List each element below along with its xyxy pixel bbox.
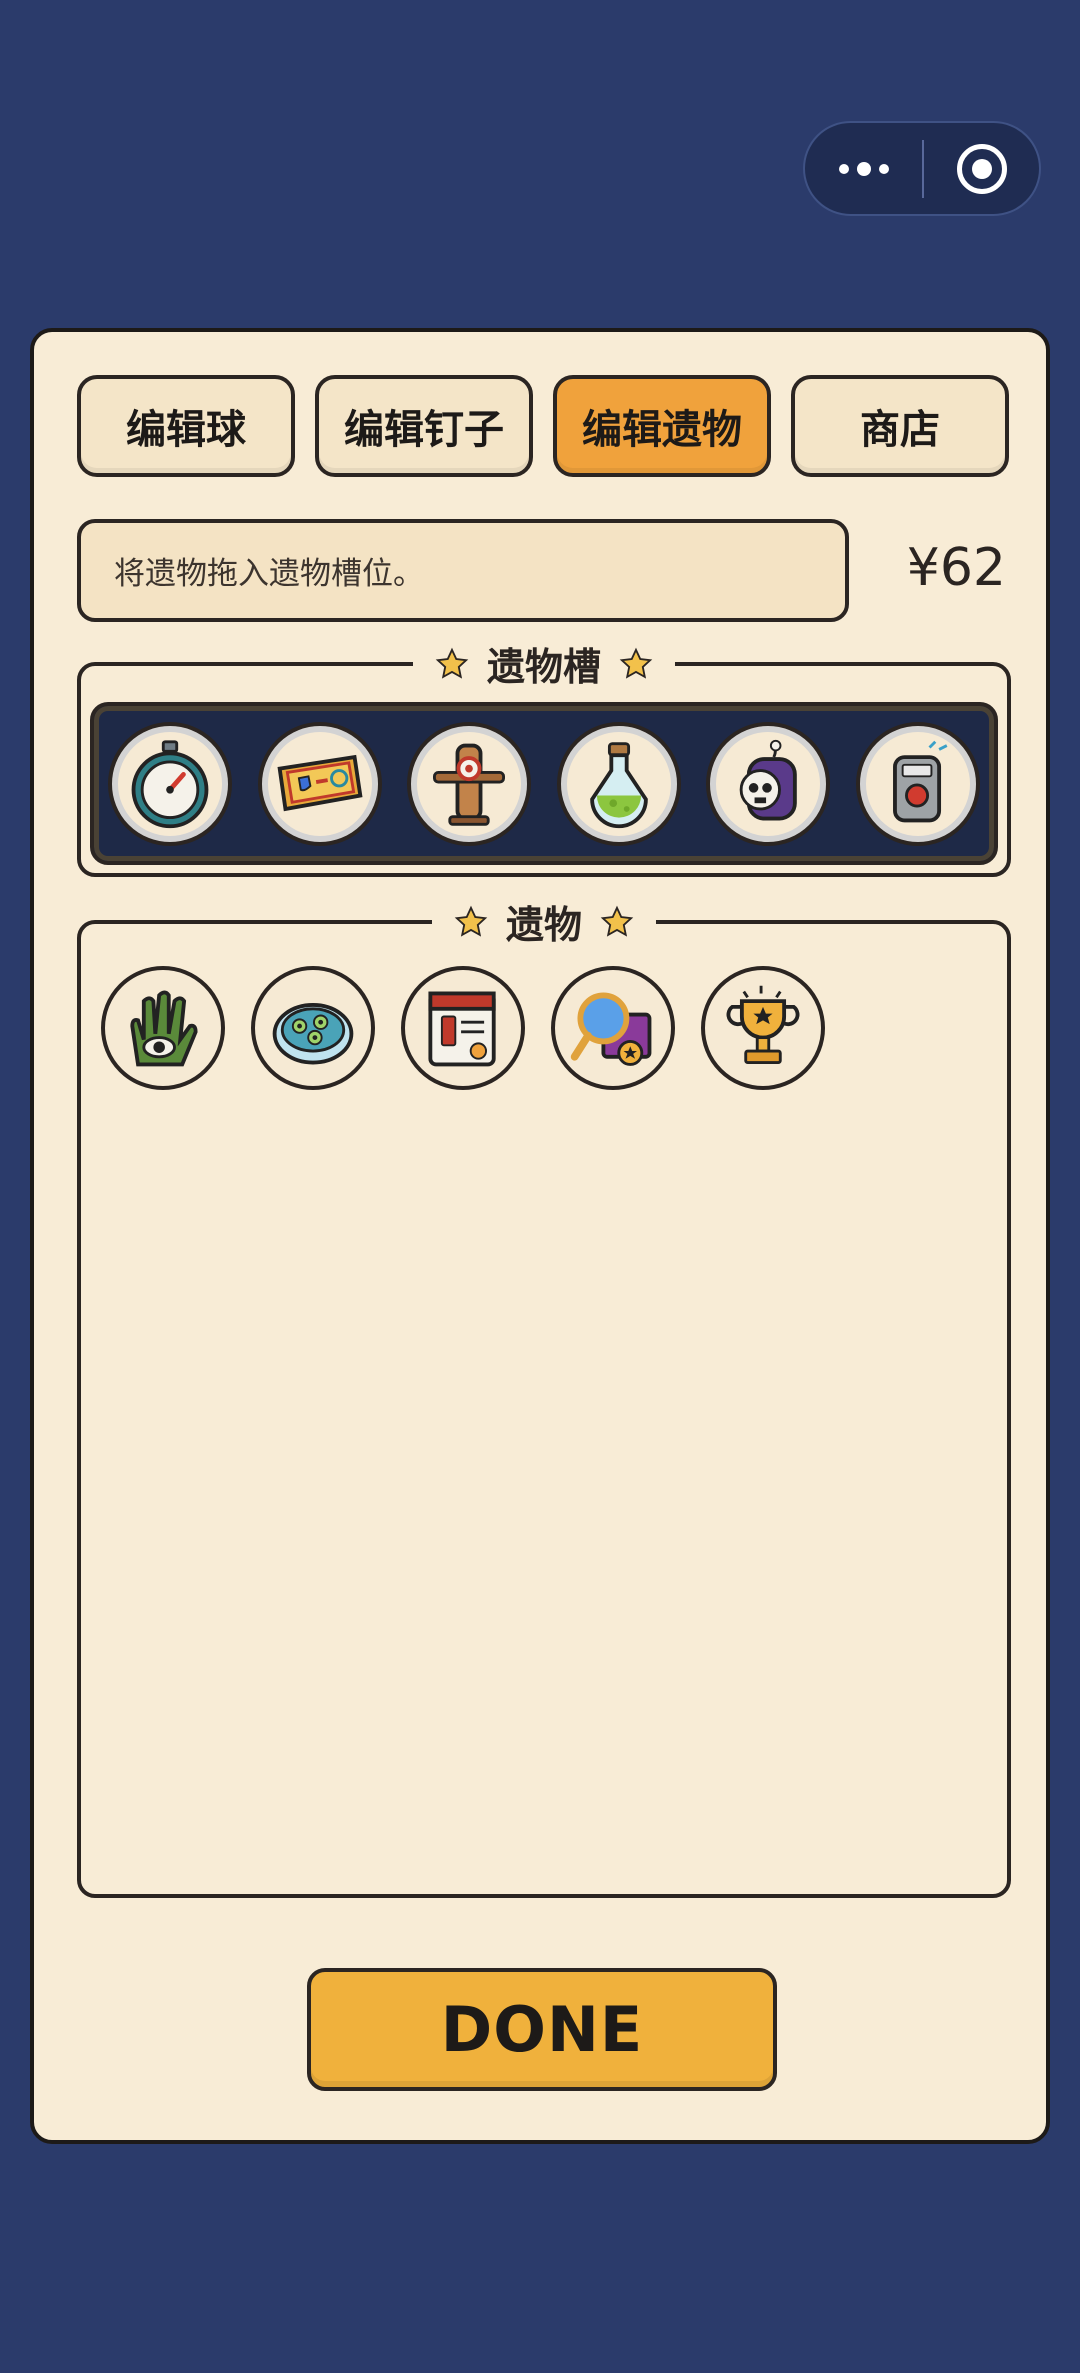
more-button[interactable]	[805, 123, 922, 214]
petri-dish-icon	[272, 1003, 354, 1065]
training-dummy-icon	[433, 743, 506, 826]
relic-slots-section: 遗物槽	[77, 636, 1011, 877]
relic-slot-bar	[90, 702, 998, 865]
relic-slot-4[interactable]	[556, 721, 681, 846]
stopwatch-icon	[131, 739, 209, 828]
ticket-icon	[277, 754, 363, 811]
relic-slot-6[interactable]	[855, 721, 980, 846]
detonator-icon	[893, 740, 948, 822]
skull-bomb-icon	[740, 739, 798, 820]
trophy-icon	[726, 985, 800, 1064]
star-icon	[454, 905, 488, 937]
warning-card-icon	[428, 991, 496, 1067]
relic-inventory-grid	[101, 966, 825, 1090]
tab-bar: 编辑球 编辑钉子 编辑遗物 商店	[77, 375, 1009, 477]
potion-icon	[589, 741, 648, 828]
relic-slot-3[interactable]	[407, 721, 532, 846]
instruction-box: 将遗物拖入遗物槽位。	[77, 519, 849, 622]
inventory-relic-2[interactable]	[251, 966, 375, 1090]
relic-slot-2[interactable]	[257, 721, 382, 846]
inventory-relic-4[interactable]	[551, 966, 675, 1090]
star-icon	[435, 647, 469, 679]
magnifier-icon	[570, 992, 652, 1066]
relic-slot-1[interactable]	[108, 721, 232, 846]
relic-slots-title: 遗物槽	[486, 645, 602, 689]
target-close-icon	[956, 143, 1007, 194]
inventory-relic-1[interactable]	[101, 966, 225, 1090]
editor-panel: 编辑球 编辑钉子 编辑遗物 商店 将遗物拖入遗物槽位。 ¥62 遗物槽 遗物 D…	[30, 328, 1050, 2144]
star-icon	[600, 905, 634, 937]
tab-edit-relics[interactable]: 编辑遗物	[553, 375, 771, 477]
relic-slots-header: 遗物槽	[412, 636, 676, 691]
done-button[interactable]: DONE	[307, 1968, 777, 2091]
relic-slot-5[interactable]	[706, 721, 831, 846]
relic-inventory-title: 遗物	[505, 903, 583, 947]
close-button[interactable]	[924, 123, 1039, 214]
instruction-text: 将遗物拖入遗物槽位。	[114, 556, 424, 592]
money-display: ¥62	[906, 538, 1006, 598]
relic-inventory-header: 遗物	[431, 894, 657, 949]
mini-program-capsule	[803, 121, 1041, 216]
inventory-relic-5[interactable]	[701, 966, 825, 1090]
relic-inventory-section: 遗物	[77, 894, 1011, 1898]
tab-edit-pegs[interactable]: 编辑钉子	[315, 375, 533, 477]
inventory-relic-3[interactable]	[401, 966, 525, 1090]
tab-edit-balls[interactable]: 编辑球	[77, 375, 295, 477]
hand-eye-icon	[130, 990, 198, 1067]
more-dots-icon	[838, 161, 889, 176]
tab-shop[interactable]: 商店	[791, 375, 1009, 477]
star-icon	[619, 647, 653, 679]
